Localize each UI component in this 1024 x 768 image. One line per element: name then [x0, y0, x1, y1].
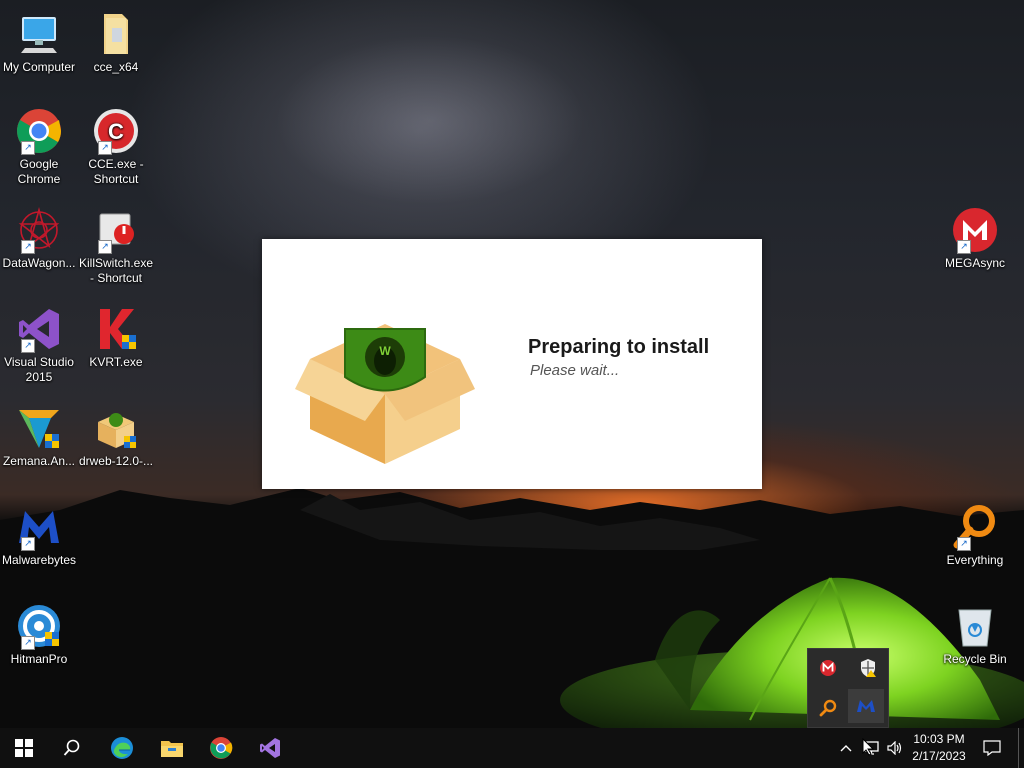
installer-subtitle: Please wait...	[530, 362, 620, 379]
chevron-up-icon	[840, 745, 852, 752]
monitor-icon	[15, 10, 63, 58]
drweb-box-icon: W	[290, 289, 480, 474]
icon-label: KillSwitch.exe - Shortcut	[78, 256, 154, 285]
show-desktop-button[interactable]	[1018, 728, 1019, 768]
hitmanpro-icon: ↗	[15, 602, 63, 650]
icon-malwarebytes[interactable]: ↗ Malwarebytes	[1, 503, 77, 568]
desktop-wallpaper: My Computer cce_x64 ↗ Google Chrome C ↗ …	[0, 0, 1024, 728]
icon-label: Malwarebytes	[1, 553, 77, 567]
clock-date: 2/17/2023	[912, 749, 966, 763]
zemana-icon	[15, 404, 63, 452]
icon-label: Zemana.An...	[2, 454, 76, 468]
search-button[interactable]	[48, 728, 96, 768]
shortcut-arrow-icon: ↗	[957, 240, 971, 254]
icon-label: drweb-12.0-...	[78, 454, 154, 468]
icon-killswitch[interactable]: ↗ KillSwitch.exe - Shortcut	[78, 206, 154, 286]
recycle-bin-icon	[951, 602, 999, 650]
magnifier-icon: ↗	[951, 503, 999, 551]
icon-google-chrome[interactable]: ↗ Google Chrome	[1, 107, 77, 187]
folder-icon	[92, 10, 140, 58]
tray-overflow-popup	[807, 648, 889, 728]
shortcut-arrow-icon: ↗	[21, 339, 35, 353]
icon-cce-x64[interactable]: cce_x64	[78, 10, 154, 75]
tray-mega-icon[interactable]	[810, 651, 846, 685]
icon-drweb[interactable]: drweb-12.0-...	[78, 404, 154, 469]
tray-everything-icon[interactable]	[810, 691, 846, 725]
icon-hitmanpro[interactable]: ↗ HitmanPro	[1, 602, 77, 667]
notification-icon	[983, 740, 1001, 756]
taskbar: 10:03 PM 2/17/2023	[0, 728, 1024, 768]
show-hidden-icons-button[interactable]	[836, 728, 856, 768]
shortcut-arrow-icon: ↗	[21, 636, 35, 650]
taskbar-chrome[interactable]	[197, 728, 245, 768]
visual-studio-icon: ↗	[15, 305, 63, 353]
taskbar-file-explorer[interactable]	[148, 728, 196, 768]
search-icon	[63, 739, 80, 756]
icon-kvrt[interactable]: KVRT.exe	[78, 305, 154, 370]
action-center-button[interactable]	[978, 728, 1006, 768]
icon-label: My Computer	[2, 60, 76, 74]
start-button[interactable]	[0, 728, 48, 768]
chrome-icon: ↗	[15, 107, 63, 155]
kaspersky-icon	[92, 305, 140, 353]
icon-visual-studio[interactable]: ↗ Visual Studio 2015	[1, 305, 77, 385]
icon-datawagon[interactable]: ↗ DataWagon...	[1, 206, 77, 271]
windows-logo-icon	[15, 739, 33, 757]
visual-studio-icon	[260, 738, 280, 758]
mouse-cursor-icon	[862, 738, 874, 756]
icon-label: HitmanPro	[10, 652, 68, 666]
icon-my-computer[interactable]: My Computer	[1, 10, 77, 75]
malwarebytes-icon: ↗	[15, 503, 63, 551]
tray-defender-warning-icon[interactable]	[850, 651, 886, 685]
clock-time: 10:03 PM	[913, 732, 965, 746]
installer-title: Preparing to install	[528, 336, 710, 358]
taskbar-edge[interactable]	[98, 728, 146, 768]
icon-label: KVRT.exe	[89, 355, 143, 369]
shortcut-arrow-icon: ↗	[21, 240, 35, 254]
icon-label: DataWagon...	[2, 256, 76, 270]
icon-label: MEGAsync	[944, 256, 1005, 270]
icon-cce-shortcut[interactable]: C ↗ CCE.exe - Shortcut	[78, 107, 154, 187]
volume-tray-button[interactable]	[884, 728, 906, 768]
icon-everything[interactable]: ↗ Everything	[937, 503, 1013, 568]
chrome-icon	[210, 737, 233, 759]
shortcut-arrow-icon: ↗	[98, 240, 112, 254]
icon-label: Recycle Bin	[943, 652, 1007, 666]
shortcut-arrow-icon: ↗	[957, 537, 971, 551]
icon-label: Google Chrome	[17, 157, 61, 186]
taskbar-clock[interactable]: 10:03 PM 2/17/2023	[906, 731, 972, 765]
svg-text:W: W	[379, 344, 391, 358]
shortcut-arrow-icon: ↗	[98, 141, 112, 155]
icon-label: Everything	[946, 553, 1004, 567]
icon-label: cce_x64	[93, 60, 139, 74]
edge-icon	[111, 737, 133, 759]
icon-label: CCE.exe - Shortcut	[88, 157, 144, 186]
mega-icon: ↗	[951, 206, 999, 254]
killswitch-icon: ↗	[92, 206, 140, 254]
shortcut-arrow-icon: ↗	[21, 537, 35, 551]
icon-recycle-bin[interactable]: Recycle Bin	[937, 602, 1013, 667]
installer-dialog: W Preparing to install Please wait...	[262, 239, 762, 489]
taskbar-visual-studio[interactable]	[246, 728, 294, 768]
icon-zemana[interactable]: Zemana.An...	[1, 404, 77, 469]
icon-megasync[interactable]: ↗ MEGAsync	[937, 206, 1013, 271]
shortcut-arrow-icon: ↗	[21, 141, 35, 155]
folder-icon	[161, 741, 183, 757]
icon-label: Visual Studio 2015	[4, 355, 74, 384]
drweb-box-icon	[92, 404, 140, 452]
speaker-icon	[887, 741, 902, 755]
cce-icon: C ↗	[92, 107, 140, 155]
datawagon-icon: ↗	[15, 206, 63, 254]
tray-malwarebytes-icon[interactable]	[848, 689, 884, 723]
